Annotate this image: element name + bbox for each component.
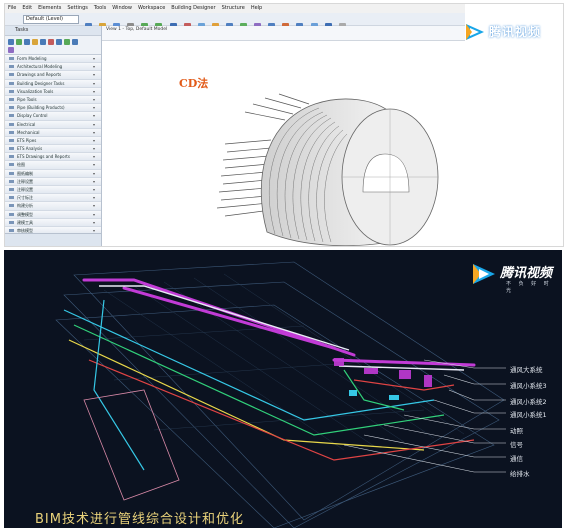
- play-logo-icon: [466, 24, 484, 40]
- menu-tools[interactable]: Tools: [91, 4, 109, 13]
- task-pipe-building[interactable]: Pipe (Building Products): [5, 104, 101, 113]
- task-mechanical[interactable]: Mechanical: [5, 128, 101, 137]
- bim-screenshot: 腾讯视频 不 负 好 时 光 通风大系统 通风小系统3 通风小系统2 通风小系统…: [4, 250, 562, 528]
- sidebar-footer: [5, 233, 101, 246]
- menu-settings[interactable]: Settings: [64, 4, 91, 13]
- task-ets-analysis[interactable]: ETS Analysis: [5, 145, 101, 154]
- legend-ventilation-main: 通风大系统: [510, 366, 543, 374]
- menu-file[interactable]: File: [5, 4, 19, 13]
- task-adjust-model[interactable]: 调整模型: [5, 210, 101, 219]
- line-tool-icon[interactable]: [16, 39, 22, 45]
- level-selector[interactable]: Default (Level): [23, 15, 79, 24]
- task-visualization[interactable]: Visualization Tools: [5, 87, 101, 96]
- legend-water-supply-drainage: 给排水: [510, 470, 530, 478]
- task-annotation-1[interactable]: 注释设置: [5, 177, 101, 186]
- menu-bar: File Edit Elements Settings Tools Window Works…: [5, 4, 465, 13]
- modify-tool-icon[interactable]: [40, 39, 46, 45]
- tasks-header: Tasks: [5, 26, 101, 36]
- cd-method-label: CD法: [179, 77, 209, 90]
- tencent-video-wordmark: 腾讯视频: [489, 25, 542, 39]
- task-ets-drawings[interactable]: ETS Drawings and Reports: [5, 153, 101, 162]
- cad-screenshot: File Edit Elements Settings Tools Window Works…: [4, 3, 564, 247]
- task-electrical[interactable]: Electrical: [5, 120, 101, 129]
- tencent-video-wordmark: 腾讯视频: [500, 266, 553, 281]
- view-title: View 1 - Top, Default Model: [106, 27, 168, 32]
- task-dimension[interactable]: 尺寸标注: [5, 194, 101, 203]
- legend-ventilation-small-2: 通风小系统2: [510, 398, 547, 406]
- main-toolbar: Default (Level): [5, 13, 465, 30]
- task-building-designer[interactable]: Building Designer Tasks: [5, 79, 101, 88]
- menu-building-designer[interactable]: Building Designer: [168, 4, 218, 13]
- bim-caption: BIM技术进行管线综合设计和优化: [35, 512, 244, 527]
- arc-tool-icon[interactable]: [24, 39, 30, 45]
- task-form-modeling[interactable]: Form Modeling: [5, 55, 101, 64]
- tencent-video-logo-2: 腾讯视频 不 负 好 时 光: [470, 260, 560, 294]
- task-annotation-2[interactable]: 注释设置: [5, 186, 101, 195]
- tasks-sidebar: Tasks Form Modeling Architectural Modeli…: [5, 26, 102, 246]
- task-display-control[interactable]: Display Control: [5, 112, 101, 121]
- tunnel-model-render: [216, 93, 439, 246]
- play-logo-icon: [473, 264, 495, 284]
- tasks-list: Form Modeling Architectural Modeling Dra…: [5, 55, 101, 236]
- copy-tool-icon[interactable]: [56, 39, 62, 45]
- menu-structure[interactable]: Structure: [219, 4, 248, 13]
- tencent-video-logo: 腾讯视频: [463, 22, 561, 42]
- task-analysis[interactable]: 构建分析: [5, 202, 101, 211]
- menu-help[interactable]: Help: [248, 4, 265, 13]
- task-drawing[interactable]: 绘图: [5, 161, 101, 170]
- menu-window[interactable]: Window: [109, 4, 135, 13]
- tencent-video-slogan: 不 负 好 时 光: [506, 281, 552, 294]
- task-pipe-tools[interactable]: Pipe Tools: [5, 95, 101, 105]
- menu-edit[interactable]: Edit: [19, 4, 35, 13]
- bim-model-render: [55, 261, 506, 528]
- legend-ventilation-small-3: 通风小系统3: [510, 382, 547, 390]
- legend-communication: 通信: [510, 455, 523, 463]
- menu-workspace[interactable]: Workspace: [135, 4, 168, 13]
- legend-ventilation-small-1: 通风小系统1: [510, 411, 547, 419]
- legend-signal: 信号: [510, 441, 523, 449]
- delete-tool-icon[interactable]: [48, 39, 54, 45]
- menu-elements[interactable]: Elements: [35, 4, 64, 13]
- task-sheet-compose[interactable]: 图纸编制: [5, 169, 101, 178]
- legend-power-lighting: 动照: [510, 427, 523, 435]
- text-tool-icon[interactable]: [8, 47, 14, 53]
- task-modeling-tools[interactable]: 建模工具: [5, 218, 101, 227]
- task-ets-pipes[interactable]: ETS Pipes: [5, 136, 101, 146]
- task-architectural-modeling[interactable]: Architectural Modeling: [5, 63, 101, 72]
- move-tool-icon[interactable]: [64, 39, 70, 45]
- shape-tool-icon[interactable]: [32, 39, 38, 45]
- rotate-tool-icon[interactable]: [72, 39, 78, 45]
- view-window-header: View 1 - Top, Default Model: [102, 26, 465, 41]
- task-drawings-reports[interactable]: Drawings and Reports: [5, 71, 101, 80]
- select-tool-icon[interactable]: [8, 39, 14, 45]
- tasks-tool-palette: [5, 36, 101, 55]
